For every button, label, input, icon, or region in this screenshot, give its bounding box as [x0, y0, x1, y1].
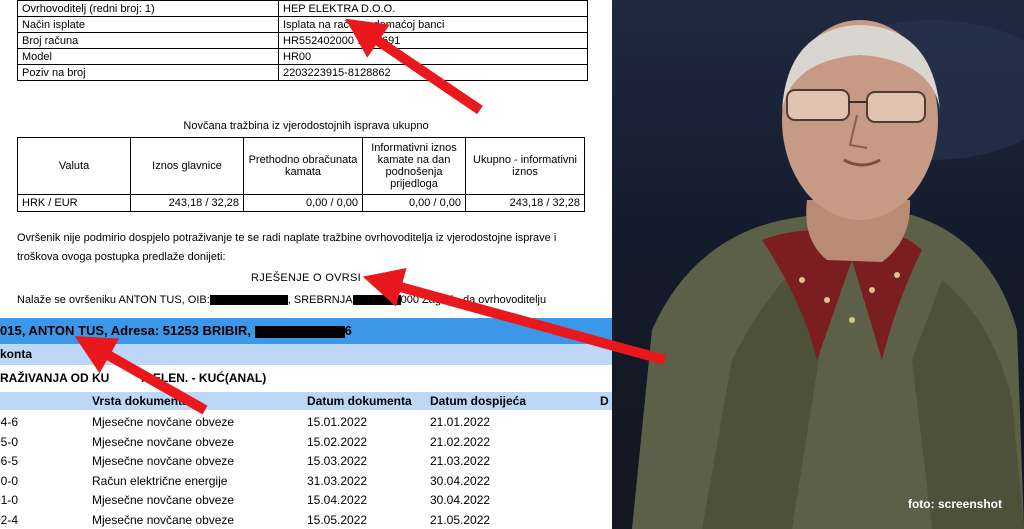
doc-date: 15.04.2022 — [307, 493, 368, 507]
info-key: Poziv na broj — [17, 64, 279, 81]
ledger-subheader-text: konta — [0, 347, 33, 361]
redaction-bar — [254, 325, 345, 338]
info-key: Broj računa — [17, 32, 279, 49]
document-panel: Ovrhovoditelj (redni broj: 1) HEP ELEKTRA… — [0, 0, 612, 529]
due-date: 21.02.2022 — [430, 434, 491, 449]
ledger-title-a: RAŽIVANJA OD KU — [0, 371, 110, 385]
doc-date: 15.03.2022 — [307, 454, 368, 468]
info-row: Način isplate Isplata na račun u domaćoj … — [17, 16, 588, 33]
ruling-text-c: 000 Zagreb, da ovrhovoditelju — [400, 294, 547, 306]
info-key: Ovrhovoditelj (redni broj: 1) — [17, 0, 279, 17]
info-value: HEP ELEKTRA D.O.O. — [278, 0, 588, 17]
ledger-title: RAŽIVANJA OD KU A ELEN. - KUĆ(ANAL) — [0, 368, 612, 388]
ledger-header-text: 015, ANTON TUS, Adresa: 51253 BRIBIR, — [0, 323, 251, 338]
due-date: 30.04.2022 — [430, 473, 491, 488]
table-row: 05-0 Mjesečne novčane obveze 15.02.2022 21.… — [0, 433, 612, 453]
doc-date: 15.01.2022 — [307, 415, 368, 429]
info-value: 2203223915-8128862 — [278, 64, 588, 81]
doc-type: Mjesečne novčane obveze — [92, 493, 235, 507]
amount-cell: HRK / EUR — [17, 194, 131, 212]
doc-date: 15.02.2022 — [307, 434, 368, 449]
amount-header: Informativni iznos kamate na dan podnoše… — [362, 137, 466, 195]
col-header: Datum dospijeća — [430, 394, 527, 408]
amount-row: HRK / EUR 243,18 / 32,28 0,00 / 0,00 0,0… — [17, 194, 585, 212]
table-row: 20-0 Račun električne energije 31.03.2022 3… — [0, 472, 612, 492]
account-ledger: 015, ANTON TUS, Adresa: 51253 BRIBIR, 6 … — [0, 318, 612, 529]
amount-cell: 243,18 / 32,28 — [130, 194, 244, 212]
doc-number: 01-0 — [0, 493, 19, 507]
info-value: Isplata na račun u domaćoj banci — [278, 16, 588, 33]
ruling-text-b: , SREBRNJA — [287, 294, 353, 306]
doc-date: 31.03.2022 — [307, 473, 368, 488]
doc-number: 05-0 — [0, 434, 19, 449]
info-row: Poziv na broj 2203223915-8128862 — [17, 64, 588, 81]
ruling-title: RJEŠENJE O OVRSI — [251, 272, 361, 284]
due-date: 30.04.2022 — [430, 493, 491, 507]
due-date: 21.03.2022 — [430, 454, 491, 468]
info-key: Model — [17, 48, 279, 65]
info-key: Način isplate — [17, 16, 279, 33]
table-row: 02-4 Mjesečne novčane obveze 15.05.2022 21.… — [0, 511, 612, 529]
doc-number: 04-6 — [0, 415, 19, 429]
info-value: HR552402000 …… 691 — [278, 32, 588, 49]
ledger-header-tail: 6 — [344, 323, 352, 338]
doc-date: 15.05.2022 — [307, 512, 368, 527]
ledger-subheader: konta — [0, 344, 612, 365]
info-row: Model HR00 — [17, 48, 588, 65]
creditor-info-table: Ovrhovoditelj (redni broj: 1) HEP ELEKTRA… — [17, 0, 588, 81]
amount-header: Prethodno obračunata kamata — [243, 137, 363, 195]
ledger-column-headers: Vrsta dokumenta Datum dokumenta Datum do… — [0, 392, 612, 410]
amount-header: Ukupno - informativni iznos — [465, 137, 585, 195]
due-date: 21.05.2022 — [430, 512, 491, 527]
enforcement-proposal-document: Ovrhovoditelj (redni broj: 1) HEP ELEKTRA… — [0, 0, 612, 318]
ruling-text-a: Nalaže se ovršeniku ANTON TUS, OIB: — [17, 294, 210, 306]
amount-cell: 0,00 / 0,00 — [243, 194, 363, 212]
photo-credit: foto: screenshot — [907, 497, 1002, 511]
doc-number: 06-5 — [0, 454, 19, 468]
amount-table: Valuta Iznos glavnice Prethodno obračuna… — [17, 137, 585, 212]
ledger-title-b: A ELEN. - KUĆ(ANAL) — [141, 371, 267, 385]
portrait-illustration — [632, 20, 1024, 529]
doc-number: 20-0 — [0, 473, 19, 488]
amount-header: Valuta — [17, 137, 131, 195]
redaction-bar — [352, 295, 401, 306]
doc-number: 02-4 — [0, 512, 19, 527]
table-row: 06-5 Mjesečne novčane obveze 15.03.2022 21.… — [0, 452, 612, 472]
ruling-text: Nalaže se ovršeniku ANTON TUS, OIB: , SRE… — [17, 294, 612, 306]
doc-type: Mjesečne novčane obveze — [92, 415, 235, 429]
redaction-bar — [209, 295, 288, 306]
due-date: 21.01.2022 — [430, 415, 491, 429]
info-row: Broj računa HR552402000 …… 691 — [17, 32, 588, 49]
doc-type: Mjesečne novčane obveze — [92, 454, 235, 468]
doc-type: Račun električne energije — [92, 473, 228, 488]
doc-type: Mjesečne novčane obveze — [92, 434, 235, 449]
amount-cell: 243,18 / 32,28 — [465, 194, 585, 212]
ledger-header: 015, ANTON TUS, Adresa: 51253 BRIBIR, 6 — [0, 318, 612, 344]
table-row: 04-6 Mjesečne novčane obveze 15.01.2022 21.… — [0, 413, 612, 433]
ledger-rows: 04-6 Mjesečne novčane obveze 15.01.2022 21.… — [0, 413, 612, 529]
body-paragraph: Ovršenik nije podmirio dospjelo potraživ… — [17, 232, 557, 263]
amount-header: Iznos glavnice — [130, 137, 244, 195]
amount-caption: Novčana tražbina iz vjerodostojnih ispra… — [183, 120, 429, 132]
col-header: Datum dokumenta — [307, 394, 412, 408]
col-header: D — [600, 394, 609, 408]
portrait-photo: foto: screenshot — [612, 0, 1024, 529]
table-row: 01-0 Mjesečne novčane obveze 15.04.2022 30.… — [0, 491, 612, 511]
info-value: HR00 — [278, 48, 588, 65]
info-row: Ovrhovoditelj (redni broj: 1) HEP ELEKTRA… — [17, 0, 588, 17]
col-header: Vrsta dokumenta — [92, 394, 189, 408]
amount-cell: 0,00 / 0,00 — [362, 194, 466, 212]
doc-type: Mjesečne novčane obveze — [92, 512, 235, 527]
